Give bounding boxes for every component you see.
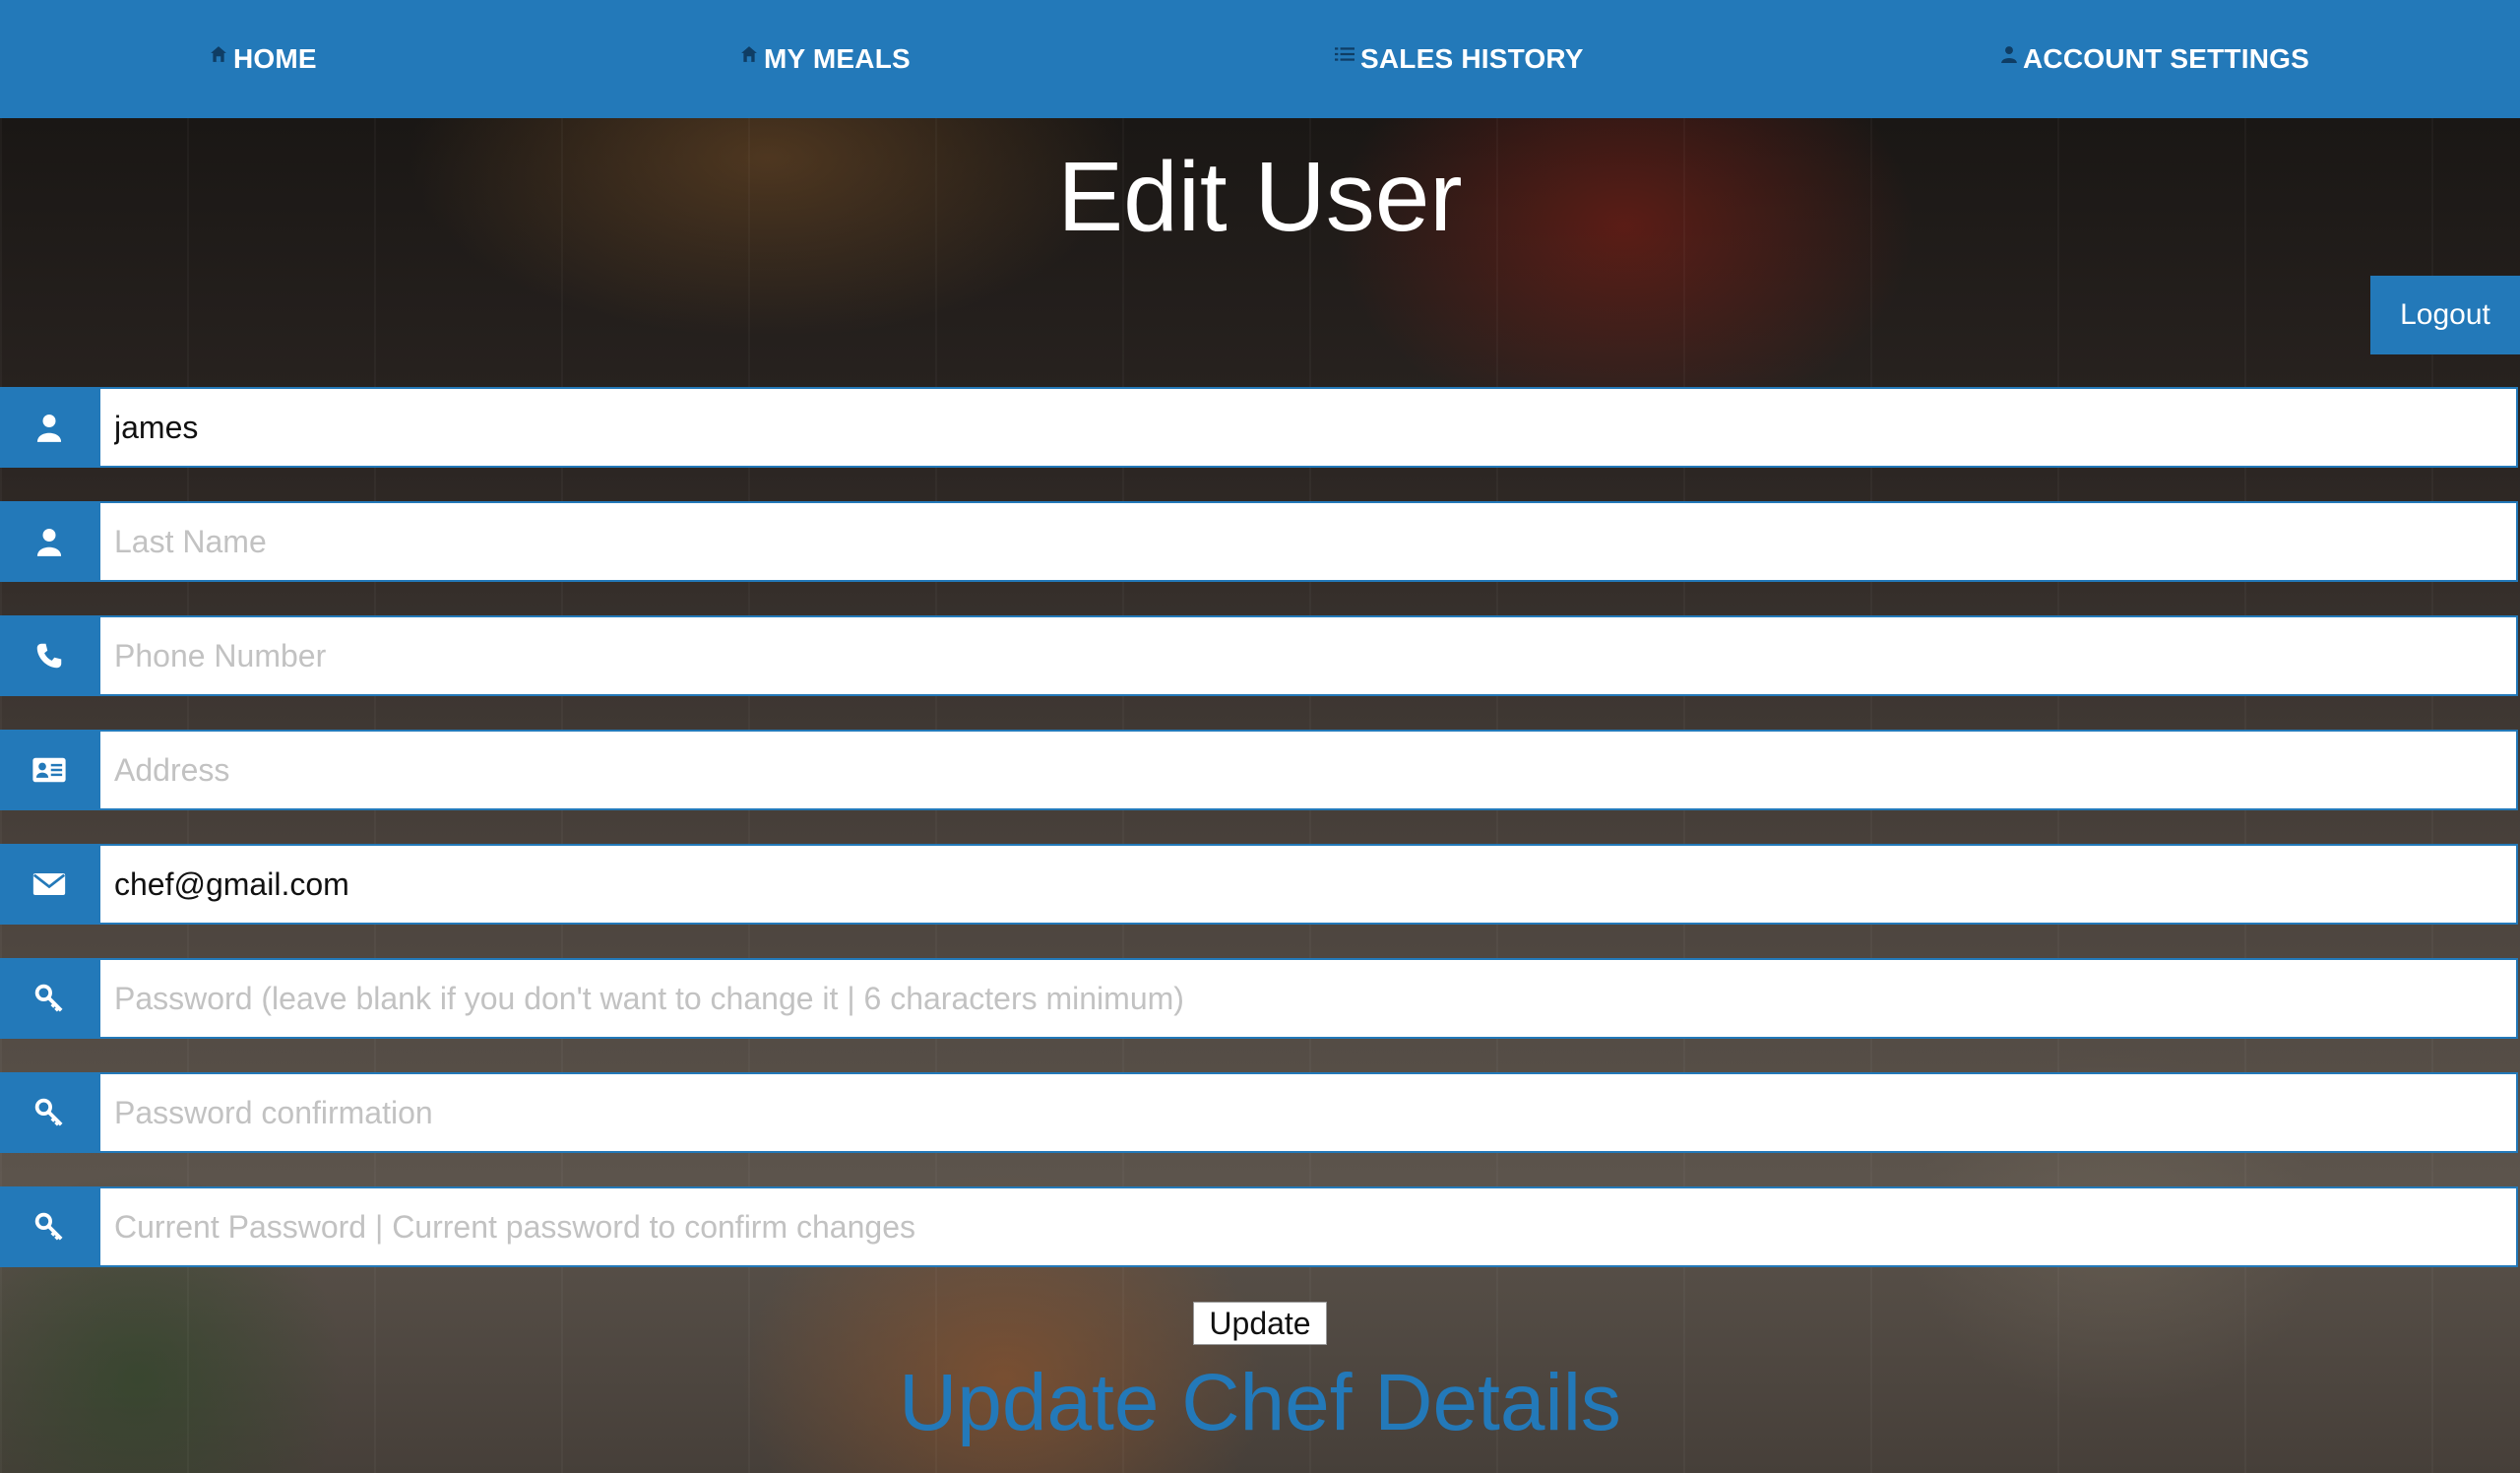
key-icon [34,1098,63,1126]
list-icon [1335,47,1354,61]
password-row [0,958,2520,1039]
key-icon [34,984,63,1012]
home-icon [741,46,757,62]
user-icon [2001,46,2017,63]
last-name-addon [0,501,98,582]
page-background: HOME MY MEALS SALES HISTORY ACCOUNT SETT… [0,0,2520,1473]
home-icon [211,46,226,62]
last-name-field[interactable] [98,501,2518,582]
address-addon [0,730,98,810]
password-field[interactable] [98,958,2518,1039]
address-row [0,730,2520,810]
email-row [0,844,2520,925]
current-password-addon [0,1186,98,1267]
password-addon [0,958,98,1039]
nav-account-settings-label: ACCOUNT SETTINGS [2023,43,2309,74]
key-icon [34,1212,63,1241]
logout-button[interactable]: Logout [2370,276,2520,354]
phone-row [0,615,2520,696]
nav-home-label: HOME [233,43,317,74]
nav-my-meals[interactable]: MY MEALS [740,0,911,118]
phone-number-field[interactable] [98,615,2518,696]
last-name-row [0,501,2520,582]
nav-sales-history[interactable]: SALES HISTORY [1335,0,1584,118]
password-confirmation-row [0,1072,2520,1153]
current-password-row [0,1186,2520,1267]
email-addon [0,844,98,925]
top-navbar: HOME MY MEALS SALES HISTORY ACCOUNT SETT… [0,0,2520,118]
password-confirmation-addon [0,1072,98,1153]
nav-my-meals-label: MY MEALS [764,43,911,74]
address-field[interactable] [98,730,2518,810]
nav-home[interactable]: HOME [210,0,317,118]
nav-account-settings[interactable]: ACCOUNT SETTINGS [2001,0,2309,118]
nav-sales-history-label: SALES HISTORY [1360,43,1584,74]
current-password-field[interactable] [98,1186,2518,1267]
update-button[interactable]: Update [1193,1302,1327,1345]
email-field[interactable] [98,844,2518,925]
user-icon [36,415,62,442]
first-name-field[interactable] [98,387,2518,468]
phone-icon [36,643,62,669]
user-icon [36,529,62,556]
envelope-icon [32,872,66,896]
password-confirmation-field[interactable] [98,1072,2518,1153]
first-name-row [0,387,2520,468]
page-title: Edit User [1057,142,1463,252]
phone-addon [0,615,98,696]
update-chef-details-heading: Update Chef Details [899,1358,1621,1447]
first-name-addon [0,387,98,468]
address-card-icon [32,757,66,783]
